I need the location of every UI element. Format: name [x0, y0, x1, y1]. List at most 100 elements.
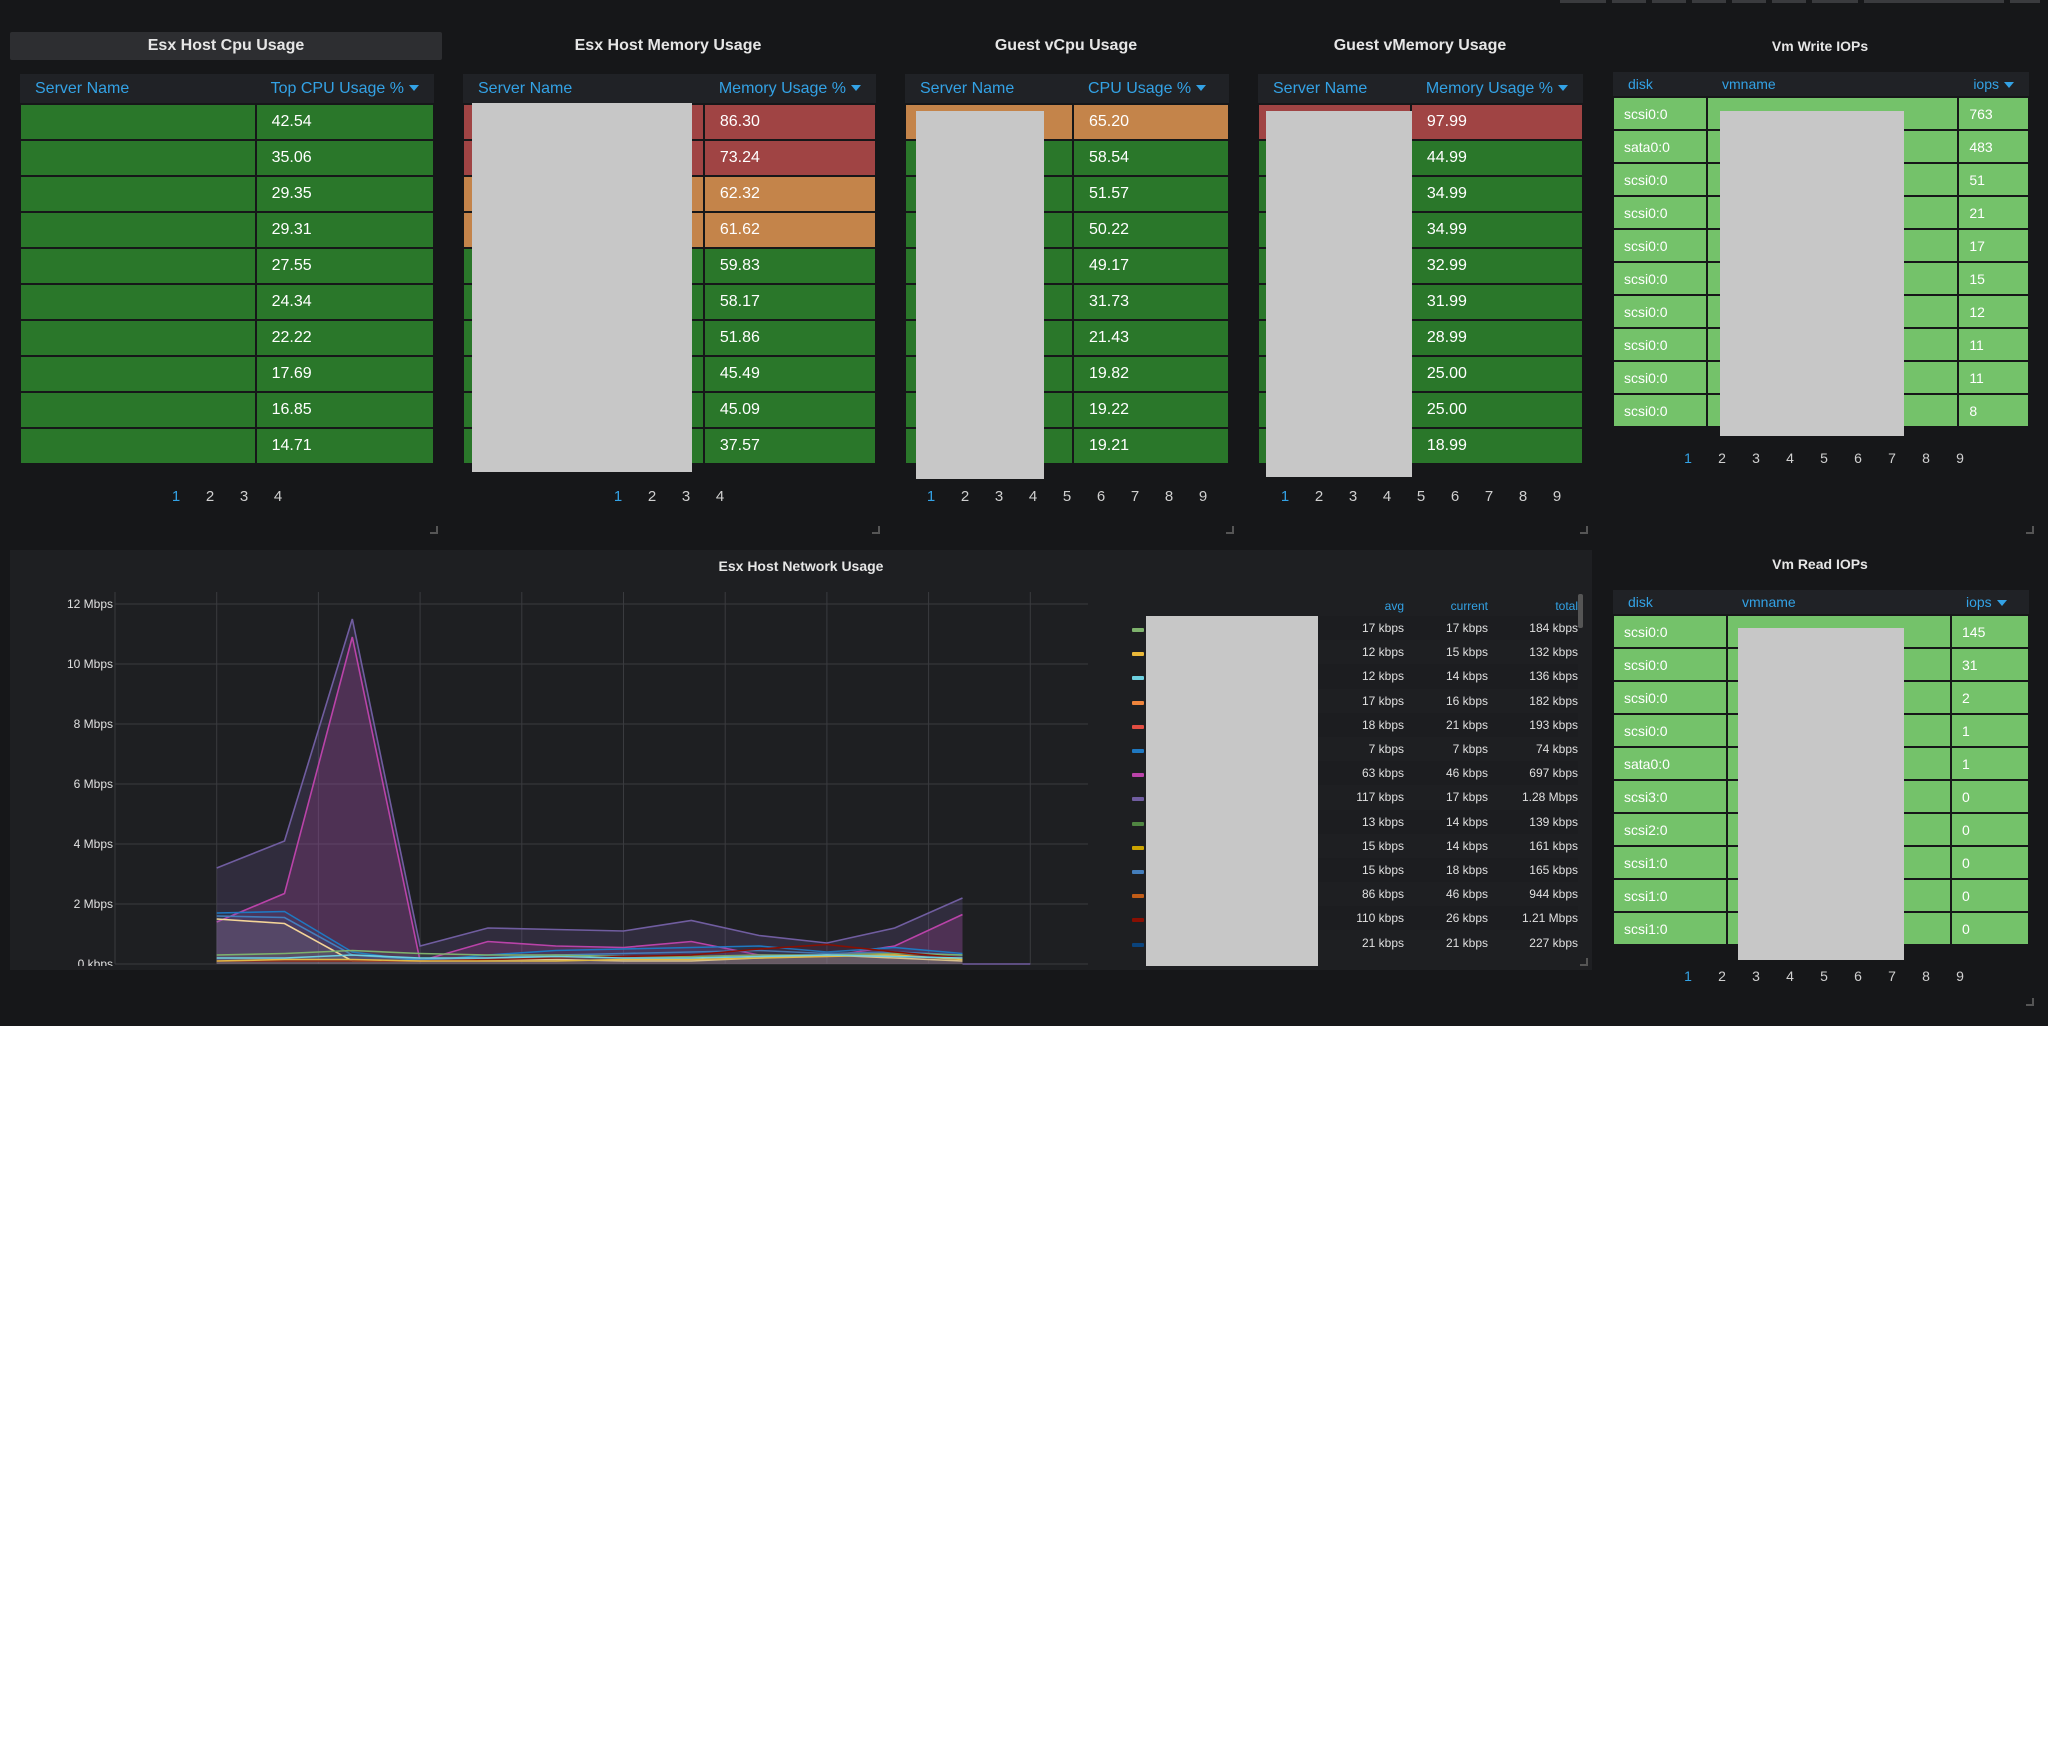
toolbar-button[interactable] — [1772, 0, 1806, 3]
column-header-memory-usage[interactable]: Memory Usage % — [703, 74, 876, 104]
page-link[interactable]: 2 — [1302, 488, 1336, 505]
toolbar-button[interactable] — [1812, 0, 1858, 3]
column-header-cpu-usage[interactable]: CPU Usage % — [1073, 74, 1229, 104]
table-row[interactable]: 42.54 — [19, 103, 436, 141]
page-link[interactable]: 1 — [1671, 450, 1705, 466]
legend-header-total[interactable]: total — [1488, 596, 1578, 616]
resize-handle[interactable] — [1580, 526, 1588, 534]
panel-title[interactable]: Esx Host Cpu Usage — [10, 32, 442, 60]
legend-color-swatch[interactable] — [1132, 724, 1144, 729]
legend-row[interactable]: 15 kbps 14 kbps 161 kbps — [1318, 834, 1578, 858]
page-link[interactable]: 9 — [1943, 968, 1977, 984]
toolbar-button[interactable] — [1612, 0, 1646, 3]
page-link[interactable]: 4 — [1773, 968, 1807, 984]
page-link[interactable]: 1 — [1268, 488, 1302, 505]
page-link[interactable]: 4 — [261, 488, 295, 505]
column-header-server-name[interactable]: Server Name — [905, 74, 1073, 104]
panel-title[interactable]: Vm Read IOPs — [1602, 550, 2038, 578]
legend-header-current[interactable]: current — [1404, 596, 1488, 616]
column-header-cpu-usage[interactable]: Top CPU Usage % — [255, 74, 434, 104]
table-row[interactable]: 14.71 — [19, 427, 436, 465]
panel-title[interactable]: Vm Write IOPs — [1602, 32, 2038, 60]
legend-color-swatch[interactable] — [1132, 652, 1144, 657]
column-header-vmname[interactable]: vmname — [1707, 72, 1959, 97]
legend-row[interactable]: 17 kbps 17 kbps 184 kbps — [1318, 616, 1578, 641]
column-header-iops[interactable]: iops — [1958, 72, 2029, 97]
legend-row[interactable]: 13 kbps 14 kbps 139 kbps — [1318, 809, 1578, 834]
legend-color-swatch[interactable] — [1132, 676, 1144, 681]
page-link[interactable]: 6 — [1084, 488, 1118, 505]
legend-scrollbar[interactable] — [1578, 594, 1583, 628]
legend-row[interactable]: 63 kbps 46 kbps 697 kbps — [1318, 761, 1578, 786]
legend-color-swatch[interactable] — [1132, 918, 1144, 923]
legend-row[interactable]: 110 kbps 26 kbps 1.21 Mbps — [1318, 906, 1578, 931]
table-row[interactable]: 17.69 — [19, 355, 436, 393]
page-link[interactable]: 1 — [1671, 968, 1705, 984]
legend-color-swatch[interactable] — [1132, 894, 1144, 899]
page-link[interactable]: 4 — [1016, 488, 1050, 505]
page-link[interactable]: 8 — [1909, 968, 1943, 984]
legend-color-swatch[interactable] — [1132, 821, 1144, 826]
page-link[interactable]: 2 — [948, 488, 982, 505]
page-link[interactable]: 1 — [601, 488, 635, 505]
legend-color-swatch[interactable] — [1132, 797, 1144, 802]
resize-handle[interactable] — [430, 526, 438, 534]
page-link[interactable]: 4 — [703, 488, 737, 505]
legend-color-swatch[interactable] — [1132, 773, 1144, 778]
page-link[interactable]: 7 — [1875, 450, 1909, 466]
panel-title[interactable]: Guest vCpu Usage — [894, 32, 1238, 60]
resize-handle[interactable] — [1580, 958, 1588, 966]
legend-color-swatch[interactable] — [1132, 628, 1144, 632]
legend-color-swatch[interactable] — [1132, 845, 1144, 850]
page-link[interactable]: 7 — [1118, 488, 1152, 505]
page-link[interactable]: 2 — [193, 488, 227, 505]
column-header-vmname[interactable]: vmname — [1727, 590, 1951, 615]
page-link[interactable]: 2 — [1705, 968, 1739, 984]
page-link[interactable]: 6 — [1841, 968, 1875, 984]
legend-row[interactable]: 21 kbps 21 kbps 227 kbps — [1318, 930, 1578, 954]
page-link[interactable]: 8 — [1506, 488, 1540, 505]
refresh-button[interactable] — [2010, 0, 2040, 3]
page-link[interactable]: 8 — [1152, 488, 1186, 505]
page-link[interactable]: 9 — [1540, 488, 1574, 505]
page-link[interactable]: 5 — [1050, 488, 1084, 505]
toolbar-button[interactable] — [1692, 0, 1726, 3]
column-header-disk[interactable]: disk — [1613, 590, 1727, 615]
column-header-disk[interactable]: disk — [1613, 72, 1707, 97]
table-row[interactable]: 27.55 — [19, 247, 436, 285]
legend-color-swatch[interactable] — [1132, 870, 1144, 874]
page-link[interactable]: 7 — [1472, 488, 1506, 505]
toolbar-button[interactable] — [1652, 0, 1686, 3]
page-link[interactable]: 5 — [1404, 488, 1438, 505]
table-row[interactable]: 35.06 — [19, 139, 436, 177]
page-link[interactable]: 4 — [1773, 450, 1807, 466]
page-link[interactable]: 3 — [1336, 488, 1370, 505]
column-header-memory-usage[interactable]: Memory Usage % — [1410, 74, 1583, 104]
resize-handle[interactable] — [2026, 998, 2034, 1006]
legend-row[interactable]: 117 kbps 17 kbps 1.28 Mbps — [1318, 785, 1578, 809]
toolbar-button[interactable] — [1560, 0, 1606, 3]
page-link[interactable]: 8 — [1909, 450, 1943, 466]
legend-row[interactable]: 12 kbps 15 kbps 132 kbps — [1318, 640, 1578, 664]
table-row[interactable]: 22.22 — [19, 319, 436, 357]
legend-row[interactable]: 86 kbps 46 kbps 944 kbps — [1318, 882, 1578, 906]
page-link[interactable]: 3 — [1739, 450, 1773, 466]
table-row[interactable]: 29.35 — [19, 175, 436, 213]
legend-row[interactable]: 17 kbps 16 kbps 182 kbps — [1318, 689, 1578, 713]
page-link[interactable]: 9 — [1943, 450, 1977, 466]
page-link[interactable]: 6 — [1438, 488, 1472, 505]
page-link[interactable]: 2 — [635, 488, 669, 505]
page-link[interactable]: 4 — [1370, 488, 1404, 505]
page-link[interactable]: 1 — [914, 488, 948, 505]
panel-title[interactable]: Guest vMemory Usage — [1248, 32, 1592, 60]
legend-header-avg[interactable]: avg — [1318, 596, 1404, 616]
page-link[interactable]: 5 — [1807, 450, 1841, 466]
time-range-picker[interactable] — [1864, 0, 2004, 3]
page-link[interactable]: 6 — [1841, 450, 1875, 466]
toolbar-button[interactable] — [1732, 0, 1766, 3]
page-link[interactable]: 1 — [159, 488, 193, 505]
legend-color-swatch[interactable] — [1132, 942, 1144, 947]
panel-title[interactable]: Esx Host Memory Usage — [452, 32, 884, 60]
resize-handle[interactable] — [1226, 526, 1234, 534]
table-row[interactable]: 29.31 — [19, 211, 436, 249]
